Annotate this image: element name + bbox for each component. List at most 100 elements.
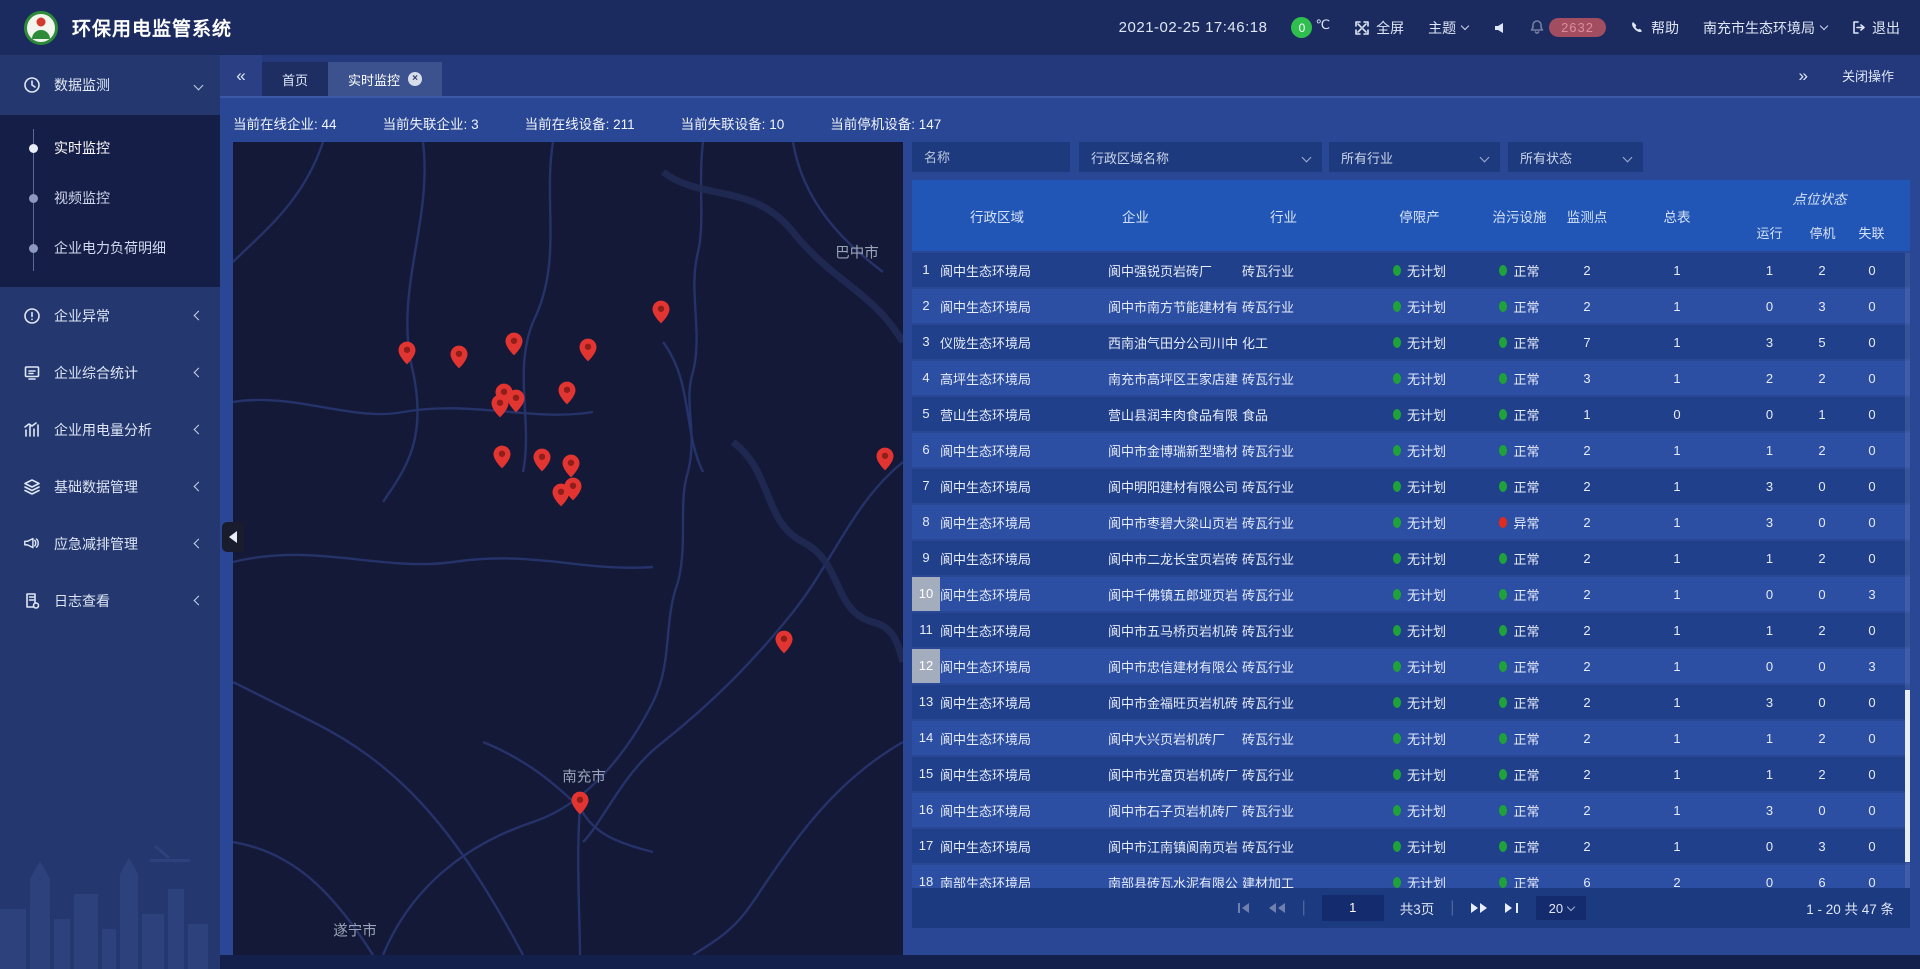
- map-pin-icon[interactable]: [776, 630, 793, 653]
- cell-company[interactable]: 阆中市南方节能建材有: [1108, 297, 1242, 316]
- cell-region: 阆中生态环境局: [940, 801, 1108, 820]
- table-row[interactable]: 7 阆中生态环境局 阆中明阳建材有限公司 砖瓦行业 无计划 正常 2 1 3: [912, 469, 1910, 503]
- table-row[interactable]: 8 阆中生态环境局 阆中市枣碧大梁山页岩 砖瓦行业 无计划 异常 2 1 3: [912, 505, 1910, 539]
- table-row[interactable]: 9 阆中生态环境局 阆中市二龙长宝页岩砖 砖瓦行业 无计划 正常 2 1 1: [912, 541, 1910, 575]
- tab-home[interactable]: 首页: [262, 62, 328, 96]
- sidebar-item-realtime-monitoring[interactable]: 实时监控: [0, 123, 220, 173]
- cell-facility-status: 正常: [1477, 297, 1562, 316]
- help-button[interactable]: 帮助: [1630, 18, 1679, 38]
- sidebar-collapse-button[interactable]: [222, 522, 244, 552]
- cell-company[interactable]: 西南油气田分公司川中: [1108, 333, 1242, 352]
- sidebar-item-emergency-reduction[interactable]: 应急减排管理: [0, 515, 220, 572]
- cell-company[interactable]: 营山县润丰肉食品有限: [1108, 405, 1242, 424]
- name-search-input[interactable]: [924, 150, 1058, 165]
- sidebar-item-label: 企业综合统计: [54, 363, 183, 383]
- tab-close-icon[interactable]: ×: [408, 72, 422, 86]
- cell-meters: 1: [1612, 479, 1742, 494]
- notifications[interactable]: 2632: [1530, 18, 1606, 37]
- cell-industry: 砖瓦行业: [1242, 369, 1362, 388]
- table-row[interactable]: 10 阆中生态环境局 阆中千佛镇五郎垭页岩 砖瓦行业 无计划 正常 2 1 0: [912, 577, 1910, 611]
- sidebar-group-data-monitoring[interactable]: 数据监测: [0, 55, 220, 115]
- map-pin-icon[interactable]: [563, 454, 580, 477]
- table-row[interactable]: 17 阆中生态环境局 阆中市江南镇阆南页岩 砖瓦行业 无计划 正常 2 1 0: [912, 829, 1910, 863]
- next-page-button[interactable]: [1470, 902, 1488, 914]
- sidebar-item-basic-data-management[interactable]: 基础数据管理: [0, 458, 220, 515]
- map-pin-icon[interactable]: [492, 394, 509, 417]
- table-row[interactable]: 15 阆中生态环境局 阆中市光富页岩机砖厂 砖瓦行业 无计划 正常 2 1 1: [912, 757, 1910, 791]
- table-row[interactable]: 4 高坪生态环境局 南充市高坪区王家店建 砖瓦行业 无计划 正常 3 1 2: [912, 361, 1910, 395]
- map-pin-icon[interactable]: [494, 445, 511, 468]
- sidebar-item-power-load-detail[interactable]: 企业电力负荷明细: [0, 223, 220, 273]
- scrollbar-thumb[interactable]: [1905, 690, 1910, 862]
- cell-company[interactable]: 南部县砖瓦水泥有限公: [1108, 873, 1242, 889]
- cell-company[interactable]: 阆中市江南镇阆南页岩: [1108, 837, 1242, 856]
- tabs-scroll-left-button[interactable]: «: [220, 55, 262, 96]
- cell-company[interactable]: 阆中市石子页岩机砖厂: [1108, 801, 1242, 820]
- table-row[interactable]: 12 阆中生态环境局 阆中市忠信建材有限公 砖瓦行业 无计划 正常 2 1 0: [912, 649, 1910, 683]
- cell-lost: 0: [1847, 263, 1897, 278]
- map-panel[interactable]: 巴中市南充市遂宁市: [233, 142, 903, 955]
- map-pin-icon[interactable]: [565, 477, 582, 500]
- organization-menu[interactable]: 南充市生态环境局: [1703, 18, 1827, 38]
- map-pin-icon[interactable]: [877, 447, 894, 470]
- industry-filter-select[interactable]: 所有行业: [1329, 142, 1500, 172]
- sidebar-item-video-monitoring[interactable]: 视频监控: [0, 173, 220, 223]
- cell-company[interactable]: 阆中强锐页岩砖厂: [1108, 261, 1242, 280]
- table-row[interactable]: 13 阆中生态环境局 阆中市金福旺页岩机砖 砖瓦行业 无计划 正常 2 1 3: [912, 685, 1910, 719]
- page-number-input[interactable]: 1: [1322, 895, 1384, 921]
- table-row[interactable]: 16 阆中生态环境局 阆中市石子页岩机砖厂 砖瓦行业 无计划 正常 2 1 3: [912, 793, 1910, 827]
- cell-region: 营山生态环境局: [940, 405, 1108, 424]
- table-row[interactable]: 14 阆中生态环境局 阆中大兴页岩机砖厂 砖瓦行业 无计划 正常 2 1 1: [912, 721, 1910, 755]
- page-size-select[interactable]: 20: [1536, 896, 1586, 920]
- last-page-button[interactable]: [1504, 902, 1520, 914]
- map-pin-icon[interactable]: [534, 448, 551, 471]
- map-pin-icon[interactable]: [572, 791, 589, 814]
- sidebar-item-enterprise-abnormal[interactable]: 企业异常: [0, 287, 220, 344]
- logout-button[interactable]: 退出: [1851, 18, 1900, 38]
- cell-company[interactable]: 阆中市金福旺页岩机砖: [1108, 693, 1242, 712]
- region-filter-select[interactable]: 行政区域名称: [1079, 142, 1322, 172]
- sidebar-item-log-view[interactable]: 日志查看: [0, 572, 220, 629]
- cell-run: 1: [1742, 443, 1797, 458]
- table-row[interactable]: 6 阆中生态环境局 阆中市金博瑞新型墙材 砖瓦行业 无计划 正常 2 1 1: [912, 433, 1910, 467]
- first-page-button[interactable]: [1236, 902, 1252, 914]
- cell-company[interactable]: 阆中千佛镇五郎垭页岩: [1108, 585, 1242, 604]
- cell-company[interactable]: 阆中市光富页岩机砖厂: [1108, 765, 1242, 784]
- table-row[interactable]: 3 仪陇生态环境局 西南油气田分公司川中 化工 无计划 正常 7 1 3: [912, 325, 1910, 359]
- sidebar-item-enterprise-statistics[interactable]: 企业综合统计: [0, 344, 220, 401]
- cell-company[interactable]: 阆中市忠信建材有限公: [1108, 657, 1242, 676]
- table-scrollbar[interactable]: [1905, 253, 1910, 888]
- cell-stop: 0: [1797, 695, 1847, 710]
- first-page-icon: [1236, 902, 1252, 914]
- table-row[interactable]: 11 阆中生态环境局 阆中市五马桥页岩机砖 砖瓦行业 无计划 正常 2 1 1: [912, 613, 1910, 647]
- map-pin-icon[interactable]: [508, 389, 525, 412]
- table-row[interactable]: 1 阆中生态环境局 阆中强锐页岩砖厂 砖瓦行业 无计划 正常 2 1 1: [912, 253, 1910, 287]
- previous-page-button[interactable]: [1268, 902, 1286, 914]
- mute-button[interactable]: [1492, 21, 1506, 35]
- map-pin-icon[interactable]: [451, 345, 468, 368]
- cell-company[interactable]: 阆中市枣碧大梁山页岩: [1108, 513, 1242, 532]
- cell-company[interactable]: 阆中市五马桥页岩机砖: [1108, 621, 1242, 640]
- map-pin-icon[interactable]: [653, 300, 670, 323]
- map-pin-icon[interactable]: [506, 332, 523, 355]
- cell-company[interactable]: 阆中大兴页岩机砖厂: [1108, 729, 1242, 748]
- cell-company[interactable]: 阆中市金博瑞新型墙材: [1108, 441, 1242, 460]
- cell-run: 0: [1742, 839, 1797, 854]
- sidebar-item-power-usage-analysis[interactable]: 企业用电量分析: [0, 401, 220, 458]
- table-row[interactable]: 5 营山生态环境局 营山县润丰肉食品有限 食品 无计划 正常 1 0 0: [912, 397, 1910, 431]
- map-pin-icon[interactable]: [559, 381, 576, 404]
- cell-company[interactable]: 阆中明阳建材有限公司: [1108, 477, 1242, 496]
- tabs-scroll-right-button[interactable]: »: [1799, 66, 1808, 86]
- cell-company[interactable]: 南充市高坪区王家店建: [1108, 369, 1242, 388]
- table-row[interactable]: 18 南部生态环境局 南部县砖瓦水泥有限公 建材加工 无计划 正常 6 2 0: [912, 865, 1910, 888]
- theme-menu-button[interactable]: 主题: [1428, 18, 1468, 38]
- map-pin-icon[interactable]: [399, 341, 416, 364]
- table-row[interactable]: 2 阆中生态环境局 阆中市南方节能建材有 砖瓦行业 无计划 正常 2 1 0: [912, 289, 1910, 323]
- close-operations-button[interactable]: 关闭操作: [1842, 66, 1894, 85]
- fullscreen-button[interactable]: 全屏: [1354, 18, 1404, 38]
- name-search-field[interactable]: [912, 142, 1070, 172]
- status-filter-select[interactable]: 所有状态: [1508, 142, 1643, 172]
- map-pin-icon[interactable]: [580, 338, 597, 361]
- tab-realtime-monitoring[interactable]: 实时监控 ×: [328, 62, 442, 96]
- cell-company[interactable]: 阆中市二龙长宝页岩砖: [1108, 549, 1242, 568]
